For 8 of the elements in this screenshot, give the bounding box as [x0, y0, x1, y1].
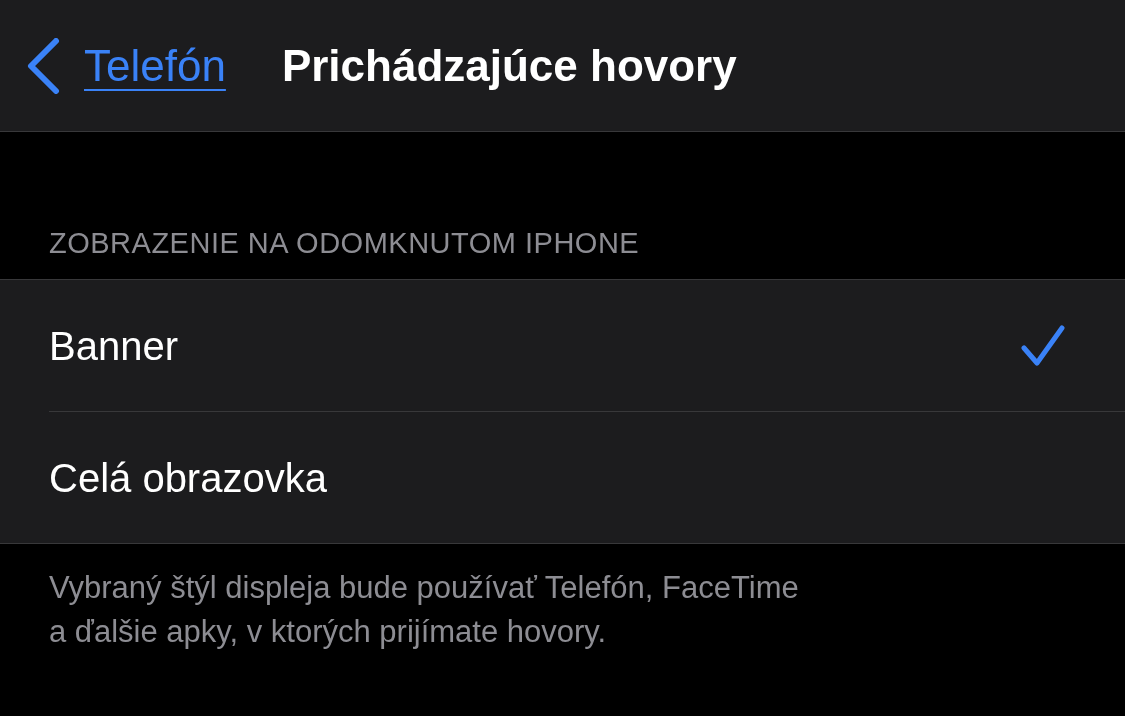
option-label[interactable]: Banner — [49, 315, 178, 376]
back-link[interactable]: Telefón — [26, 32, 226, 99]
option-label[interactable]: Celá obrazovka — [49, 447, 327, 508]
footer-text: Vybraný štýl displeja bude používať Telefón, FaceTime — [49, 570, 799, 605]
section-header: ZOBRAZENIE NA ODOMKNUTOM IPHONE — [49, 227, 640, 259]
page-title: Prichádzajúce hovory — [281, 39, 737, 92]
back-chevron-icon — [26, 37, 60, 94]
footer-text: a ďalšie apky, v ktorých prijímate hovory. — [49, 614, 607, 649]
